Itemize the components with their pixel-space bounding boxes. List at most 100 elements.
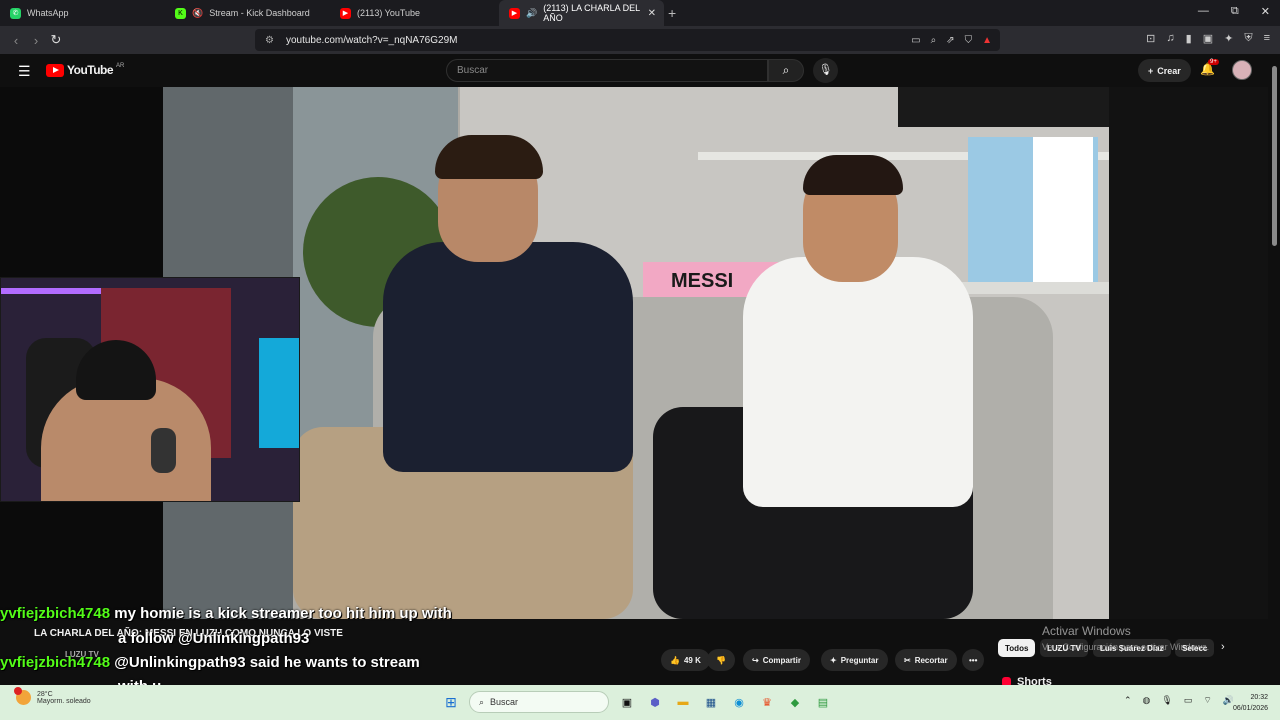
share-icon[interactable]: ⇗ [946,35,954,46]
chat-message: a follow @Unlinkingpath93 [118,630,309,647]
search-button[interactable]: ⌕ [768,59,804,82]
music-icon[interactable]: ♫ [1166,32,1174,45]
voice-search-button[interactable]: 🎙 [813,58,838,83]
create-button[interactable]: + Crear [1138,59,1191,82]
taskbar-clock[interactable]: 20:32 06/01/2026 [1226,692,1268,714]
alert-icon[interactable]: ▲ [982,35,992,46]
tab-whatsapp[interactable]: ✆ WhatsApp [0,0,165,26]
minimize-button[interactable]: — [1198,5,1209,18]
taskbar-search[interactable]: ⌕ Buscar [469,691,609,713]
search-input[interactable]: Buscar [446,59,768,82]
browser-tab-bar: ✆ WhatsApp K 🔇 Stream - Kick Dashboard ▶… [0,0,1280,26]
avatar[interactable] [1232,60,1252,80]
ask-button[interactable]: ✦ Preguntar [821,649,888,671]
ai-icon[interactable]: ✦ [1224,32,1233,45]
webcam-overlay [0,277,300,502]
chat-message: yvfiejzbich4748 @Unlinkingpath93 said he… [0,654,420,671]
menu-icon[interactable]: ≡ [1264,32,1270,45]
share-button[interactable]: ↪ Compartir [743,649,810,671]
chat-username: yvfiejzbich4748 [0,654,111,671]
taskbar-search-placeholder: Buscar [490,697,519,707]
zoom-icon[interactable]: ⌕ [931,35,937,46]
cast-icon[interactable]: ▭ [911,35,920,46]
clip-label: Recortar [914,655,948,665]
url-text: youtube.com/watch?v=_nqNA76G29M [285,34,458,46]
back-icon[interactable]: ‹ [6,33,26,48]
windows-start-icon[interactable]: ⊞ [441,692,461,712]
wallet-icon[interactable]: ▣ [1203,32,1213,45]
sun-icon [14,687,31,705]
create-label: Crear [1157,65,1181,76]
chevron-up-icon[interactable]: ⌃ [1124,695,1132,706]
like-button[interactable]: 👍 49 K [661,649,710,671]
chevron-right-icon[interactable]: › [1221,641,1225,653]
screenshot-icon[interactable]: ⊡ [1146,32,1155,45]
date: 06/01/2026 [1232,705,1268,712]
hamburger-menu-icon[interactable]: ☰ [18,63,31,80]
plus-icon: + [1148,65,1154,76]
new-tab-button[interactable]: + [668,5,676,21]
shield-icon[interactable]: ⛉ [965,35,973,46]
tab-kick-dashboard[interactable]: K 🔇 Stream - Kick Dashboard [165,0,330,26]
tab-label: Stream - Kick Dashboard [209,8,310,18]
vpn-icon[interactable]: ⛨ [1244,32,1252,45]
tab-youtube[interactable]: ▶ (2113) YouTube [330,0,495,26]
display-icon[interactable]: ▭ [1184,695,1193,706]
kick-app-icon[interactable]: ▤ [813,692,833,712]
youtube-header: ☰ YouTube AR Buscar ⌕ 🎙 + Crear 🔔 9+ [0,54,1280,87]
tray-app-icon[interactable]: ◍ [1143,695,1151,706]
tab-label: (2113) YouTube [357,8,421,18]
app-icon[interactable]: ◆ [785,692,805,712]
reload-icon[interactable]: ↻ [46,32,66,48]
edge-icon[interactable]: ◉ [729,692,749,712]
address-bar[interactable]: ⚙ youtube.com/watch?v=_nqNA76G29M ▭ ⌕ ⇗ … [255,29,1000,51]
windows-taskbar: 28°C Mayorm. soleado ⊞ ⌕ Buscar ▣ ⬢ ▬ ▦ … [0,685,1280,720]
network-icon[interactable]: ⌔ [1203,695,1211,706]
thumbs-up-icon: 👍 [670,655,680,665]
youtube-logo[interactable]: YouTube AR [46,63,124,77]
system-tray: ⌃ ◍ 🎙 ▭ ⌔ 🔊 [1124,695,1234,706]
browser-toolbar: ‹ › ↻ ⚙ youtube.com/watch?v=_nqNA76G29M … [0,26,1280,54]
store-icon[interactable]: ▦ [701,692,721,712]
youtube-play-icon [46,63,64,77]
teams-icon[interactable]: ⬢ [645,692,665,712]
chip-all[interactable]: Todos [998,639,1036,657]
brave-icon[interactable]: ♛ [757,692,777,712]
youtube-icon: ▶ [340,7,351,19]
temperature: 28°C [37,690,53,698]
share-icon: ↪ [752,655,759,665]
sparkle-icon: ✦ [830,655,837,665]
search-icon: ⌕ [782,63,790,77]
country-code: AR [116,62,125,69]
microphone-icon[interactable]: 🎙 [1161,695,1172,706]
dislike-button[interactable]: 👎 [707,649,735,671]
activate-windows-subtitle: Ve a Configuración para activar Windows. [1042,642,1210,652]
tab-label: WhatsApp [27,8,69,18]
whatsapp-icon: ✆ [10,7,21,19]
tab-charla-active[interactable]: ▶ 🔊 (2113) LA CHARLA DEL AÑO ✕ [499,0,664,26]
youtube-icon: ▶ [509,7,520,19]
file-explorer-icon[interactable]: ▬ [673,692,693,712]
chat-message: yvfiejzbich4748 my homie is a kick strea… [0,605,452,622]
video-frame: MESSI [163,87,1109,619]
scrollbar-thumb[interactable] [1272,66,1277,246]
clip-button[interactable]: ✂ Recortar [895,649,957,671]
site-info-icon[interactable]: ⚙ [265,35,274,46]
tab-label: (2113) LA CHARLA DEL AÑO [543,3,640,23]
logo-text: YouTube [67,63,114,77]
close-window-button[interactable]: ✕ [1261,5,1270,18]
scissors-icon: ✂ [904,655,911,665]
task-view-icon[interactable]: ▣ [617,692,637,712]
maximize-button[interactable]: ⧉ [1231,5,1239,18]
close-tab-icon[interactable]: ✕ [648,8,656,19]
weather-desc: Mayorm. soleado [37,697,91,705]
browser-extensions: ⊡ ♫ ▮ ▣ ✦ ⛨ ≡ [1146,32,1270,45]
notification-badge: 9+ [1208,59,1219,65]
weather-widget[interactable]: 28°C Mayorm. soleado [14,687,91,705]
chat-text: @Unlinkingpath93 said he wants to stream [114,654,420,671]
like-count: 49 K [683,655,701,665]
address-actions: ▭ ⌕ ⇗ ⛉ ▲ [911,35,992,46]
chat-text: a follow @Unlinkingpath93 [118,630,310,647]
sidebar-icon[interactable]: ▮ [1186,32,1192,45]
forward-icon[interactable]: › [26,33,46,48]
